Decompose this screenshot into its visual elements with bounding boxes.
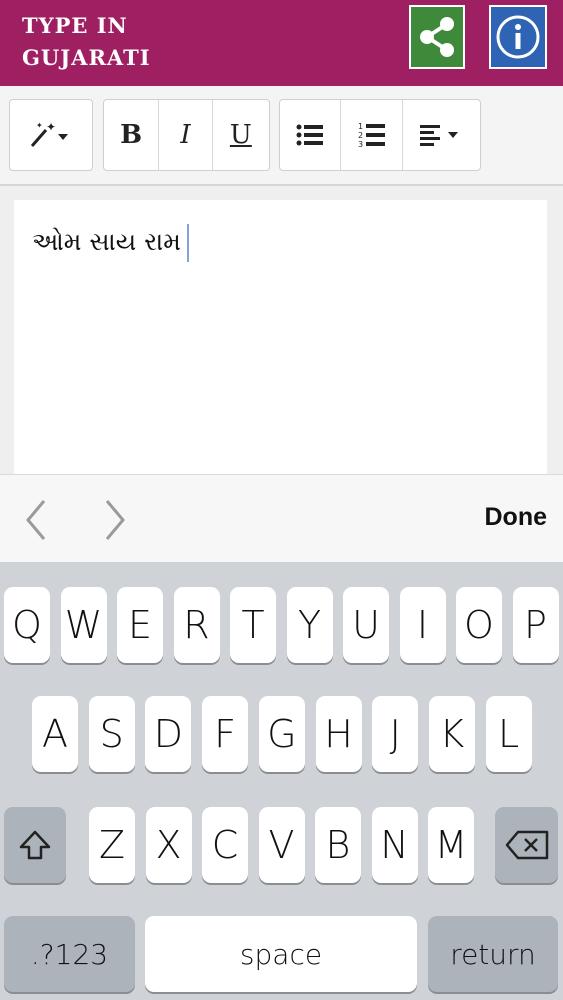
key-b[interactable]: B	[315, 807, 361, 883]
key-o[interactable]: O	[456, 587, 502, 663]
backspace-icon	[505, 830, 548, 860]
return-key[interactable]: return	[428, 916, 558, 992]
key-k[interactable]: K	[428, 696, 475, 772]
key-z[interactable]: Z	[89, 807, 135, 883]
key-j[interactable]: J	[372, 696, 419, 772]
key-c[interactable]: C	[202, 807, 248, 883]
key-h[interactable]: H	[315, 696, 362, 772]
info-icon	[496, 15, 540, 59]
text-style-group: B I U	[103, 99, 270, 171]
editor-area: ઓમ સાય રામ	[0, 186, 563, 480]
svg-text:✦: ✦	[46, 120, 56, 134]
text-caret	[186, 224, 189, 262]
next-field-chevron-icon[interactable]	[103, 499, 127, 541]
share-icon	[420, 17, 454, 57]
shift-key[interactable]	[4, 807, 66, 883]
key-l[interactable]: L	[485, 696, 532, 772]
bulleted-list-button[interactable]	[280, 100, 342, 170]
key-v[interactable]: V	[258, 807, 305, 883]
underline-button[interactable]: U	[213, 100, 269, 170]
align-left-icon	[420, 125, 459, 146]
done-button[interactable]: Done	[485, 503, 548, 532]
key-e[interactable]: E	[117, 587, 163, 663]
key-i[interactable]: I	[399, 587, 446, 663]
keyboard-accessory-bar: Done	[0, 474, 563, 563]
key-t[interactable]: T	[230, 587, 276, 663]
svg-text:✦: ✦	[36, 121, 43, 130]
key-q[interactable]: Q	[4, 587, 50, 663]
svg-text:1: 1	[358, 122, 363, 131]
key-r[interactable]: R	[173, 587, 220, 663]
numbered-list-button[interactable]: 1 2 3	[341, 100, 403, 170]
key-n[interactable]: N	[371, 807, 418, 883]
numbered-list-icon: 1 2 3	[358, 122, 385, 149]
italic-button[interactable]: I	[159, 100, 213, 170]
space-key[interactable]: space	[145, 916, 417, 992]
key-m[interactable]: M	[428, 807, 474, 883]
svg-text:2: 2	[358, 131, 363, 140]
key-g[interactable]: G	[258, 696, 305, 772]
key-y[interactable]: Y	[286, 587, 333, 663]
bulleted-list-icon	[296, 124, 324, 146]
paragraph-group: 1 2 3	[279, 99, 481, 171]
editor-text: ઓમ સાય રામ	[32, 227, 181, 256]
magic-wand-icon: ✦ ✦	[30, 120, 68, 147]
numbers-key[interactable]: .?123	[4, 916, 135, 992]
editor-content: ઓમ સાય રામ	[32, 224, 189, 262]
formatting-toolbar: ✦ ✦ B I U 1 2 3	[0, 86, 563, 186]
bold-button[interactable]: B	[104, 100, 160, 170]
magic-wand-dropdown[interactable]: ✦ ✦	[10, 100, 92, 170]
key-w[interactable]: W	[60, 587, 107, 663]
key-x[interactable]: X	[145, 807, 192, 883]
key-d[interactable]: D	[145, 696, 192, 772]
app-title: TYPE IN GUJARATI	[22, 13, 151, 70]
previous-field-chevron-icon[interactable]	[24, 499, 48, 541]
on-screen-keyboard: .?123 space return QWERTYUIOP ASDFGHJKL ZX…	[0, 562, 563, 1000]
key-p[interactable]: P	[512, 587, 559, 663]
svg-text:3: 3	[358, 140, 363, 149]
magic-group: ✦ ✦	[9, 99, 93, 171]
info-button[interactable]	[489, 5, 547, 69]
backspace-key[interactable]	[495, 807, 558, 883]
text-editor[interactable]: ઓમ સાય રામ	[14, 200, 547, 480]
align-dropdown[interactable]	[403, 100, 480, 170]
key-f[interactable]: F	[202, 696, 249, 772]
key-a[interactable]: A	[32, 696, 78, 772]
app-bar: TYPE IN GUJARATI	[0, 0, 563, 86]
key-s[interactable]: S	[88, 696, 135, 772]
shift-icon	[19, 830, 51, 860]
share-button[interactable]	[409, 5, 465, 69]
key-u[interactable]: U	[343, 587, 389, 663]
